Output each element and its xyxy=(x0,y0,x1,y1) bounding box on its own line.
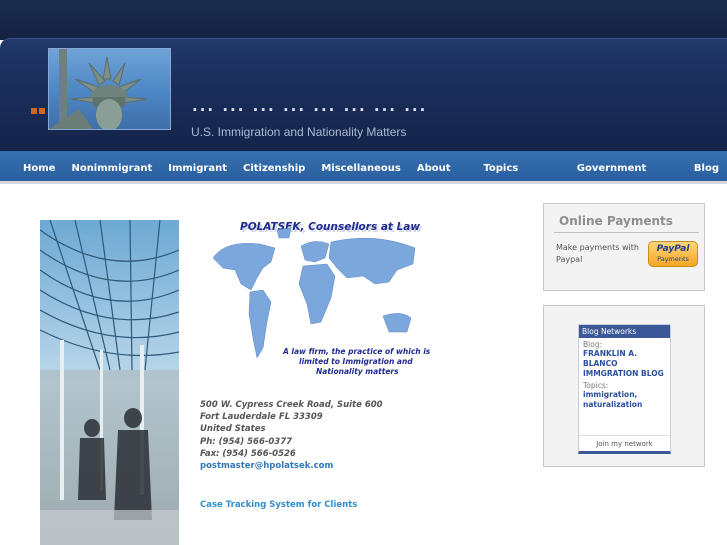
case-tracking-link[interactable]: Case Tracking System for Clients xyxy=(200,500,357,510)
site-subtitle: U.S. Immigration and Nationality Matters xyxy=(191,125,407,139)
paypal-button[interactable]: PayPal Payments xyxy=(648,241,698,267)
widget-header: Blog Networks xyxy=(579,325,670,338)
nav-item-home[interactable]: Home xyxy=(15,151,63,223)
firm-logo: POLATSEK, Counsellors at Law POLATSEK, C… xyxy=(205,218,445,378)
statue-of-liberty-image xyxy=(48,48,171,130)
nav-item-citizenship[interactable]: Citizenship xyxy=(235,151,313,223)
header-bullet-decoration xyxy=(31,99,47,118)
paypal-sublabel: Payments xyxy=(657,255,689,263)
logo-tagline-2: limited to Immigration and xyxy=(299,357,413,366)
airport-terminal-photo xyxy=(40,220,179,545)
logo-tagline-3: Nationality matters xyxy=(316,367,399,376)
address-line-2: Fort Lauderdale FL 33309 xyxy=(200,412,323,423)
topics-label: Topics: xyxy=(583,381,609,390)
nav-item-nonimmigrant[interactable]: Nonimmigrant xyxy=(63,151,160,223)
payments-description: Make payments with Paypal xyxy=(556,243,639,264)
nav-item-miscellaneous[interactable]: Miscellaneous xyxy=(313,151,409,223)
firm-address: 500 W. Cypress Creek Road, Suite 600 For… xyxy=(200,399,383,472)
paypal-label: PayPal xyxy=(656,244,690,254)
address-line-3: United States xyxy=(200,424,266,435)
blog-label: Blog: xyxy=(583,340,603,349)
top-strip xyxy=(0,0,727,40)
blog-network-widget: Blog Networks Blog: FRANKLIN A. BLANCO I… xyxy=(578,324,671,454)
address-line-1: 500 W. Cypress Creek Road, Suite 600 xyxy=(200,400,383,410)
phone-number: Ph: (954) 566-0377 xyxy=(200,436,293,447)
online-payments-panel: Online Payments Make payments with Paypa… xyxy=(543,203,705,291)
join-network-link[interactable]: Join my network xyxy=(579,435,670,448)
main-nav: Home Nonimmigrant Immigrant Citizenship … xyxy=(0,151,727,210)
firm-name: POLATSEK, Counsellors at Law xyxy=(240,221,420,233)
nav-item-about-us[interactable]: About Us xyxy=(409,151,476,223)
nav-item-immigrant[interactable]: Immigrant xyxy=(160,151,235,223)
online-payments-title: Online Payments xyxy=(554,214,699,233)
logo-tagline-1: A law firm, the practice of which is xyxy=(282,347,431,356)
blog-name-link[interactable]: FRANKLIN A. BLANCO IMMGRATION BLOG xyxy=(583,349,666,379)
blog-network-panel: Blog Networks Blog: FRANKLIN A. BLANCO I… xyxy=(543,305,705,467)
site-title: ... ... ... ... ... ... ... ... xyxy=(192,97,428,115)
topics-links[interactable]: immigration, naturalization xyxy=(583,390,666,410)
site-header: ... ... ... ... ... ... ... ... U.S. Imm… xyxy=(0,38,727,151)
fax-number: Fax: (954) 566-0526 xyxy=(200,448,296,459)
email-link[interactable]: postmaster@hpolatsek.com xyxy=(200,460,383,472)
